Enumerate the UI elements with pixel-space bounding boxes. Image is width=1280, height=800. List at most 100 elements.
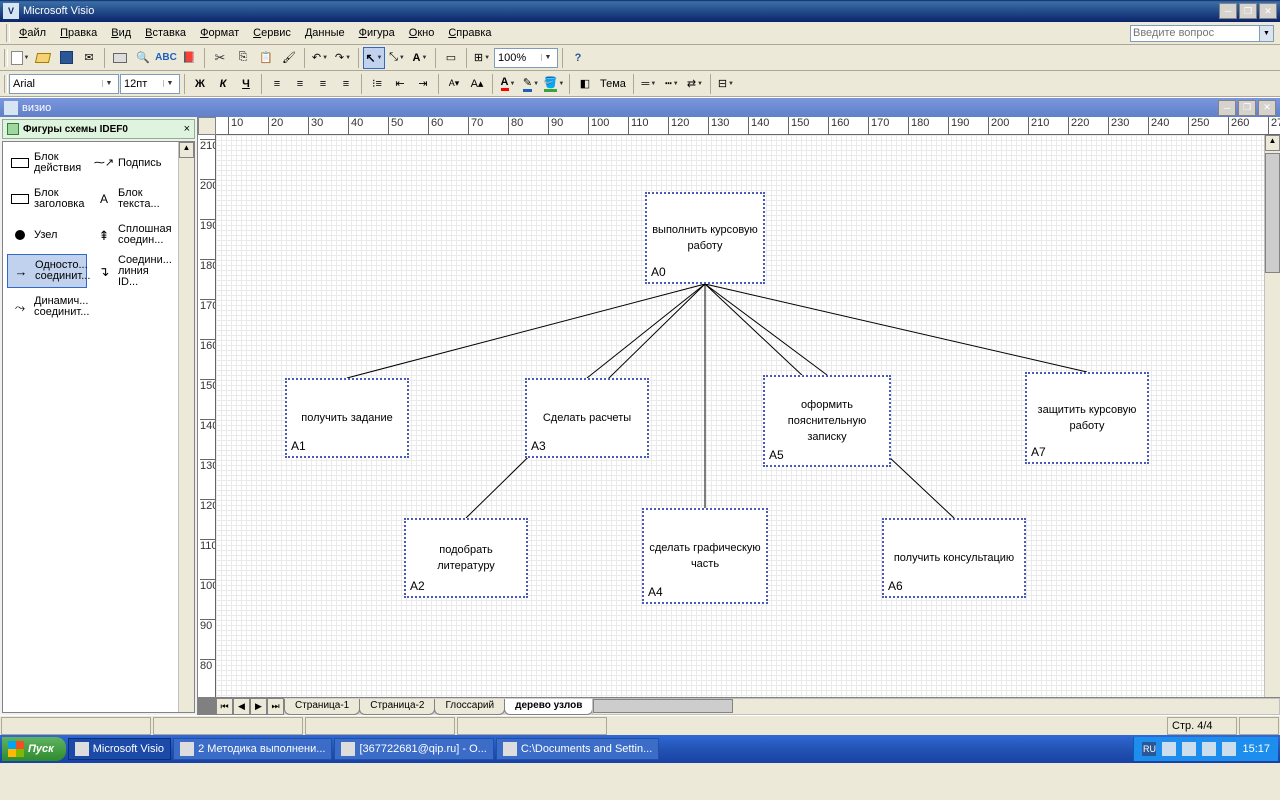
- font-size-combo[interactable]: 12пт▼: [120, 74, 180, 94]
- shape-stencil-item[interactable]: ⇞Сплошнаясоедин...: [91, 218, 171, 252]
- print-icon[interactable]: [109, 47, 131, 69]
- shape-stencil-item[interactable]: Узел: [7, 218, 87, 252]
- taskbar-task[interactable]: 2 Методика выполнени...: [173, 738, 332, 760]
- doc-restore-button[interactable]: ❐: [1238, 100, 1256, 116]
- menu-Данные[interactable]: Данные: [298, 24, 352, 42]
- decrease-indent-icon[interactable]: ⇤: [389, 73, 411, 95]
- increase-font-icon[interactable]: A▴: [466, 73, 488, 95]
- font-name-combo[interactable]: Arial▼: [9, 74, 119, 94]
- diagram-node-A7[interactable]: защитить курсовую работуA7: [1025, 372, 1149, 464]
- save-icon[interactable]: [55, 47, 77, 69]
- pointer-tool-icon[interactable]: ↖▼: [363, 47, 385, 69]
- shape-stencil-item[interactable]: ⤳Динамич...соединит...: [7, 290, 87, 324]
- page-nav-next[interactable]: ▶: [250, 698, 267, 715]
- research-icon[interactable]: 📕: [178, 47, 200, 69]
- page-tab[interactable]: Страница-2: [359, 699, 435, 715]
- copy-icon[interactable]: ⎘: [232, 47, 254, 69]
- page-tab[interactable]: Глоссарий: [434, 699, 505, 715]
- shape-stencil-item[interactable]: Блокзаголовка: [7, 182, 87, 216]
- diagram-node-A4[interactable]: сделать графическую частьA4: [642, 508, 768, 604]
- page-tab[interactable]: дерево узлов: [504, 699, 593, 715]
- horizontal-scrollbar[interactable]: [592, 698, 1280, 715]
- paste-icon[interactable]: 📋: [255, 47, 277, 69]
- shapes-panel-close-icon[interactable]: ×: [184, 123, 190, 135]
- align-right-icon[interactable]: ≡: [312, 73, 334, 95]
- diagram-node-A3[interactable]: Сделать расчетыA3: [525, 378, 649, 458]
- menu-Справка[interactable]: Справка: [441, 24, 498, 42]
- menu-Сервис[interactable]: Сервис: [246, 24, 298, 42]
- vertical-scrollbar[interactable]: ▲: [1264, 135, 1280, 697]
- tray-icon[interactable]: [1162, 742, 1176, 756]
- page-tab[interactable]: Страница-1: [284, 699, 360, 715]
- italic-icon[interactable]: К: [212, 73, 234, 95]
- tray-icon[interactable]: [1182, 742, 1196, 756]
- page-nav-first[interactable]: ⏮: [216, 698, 233, 715]
- redo-icon[interactable]: ↷▼: [332, 47, 354, 69]
- ask-dropdown-icon[interactable]: ▼: [1260, 25, 1274, 42]
- zoom-combo[interactable]: 100%▼: [494, 48, 558, 68]
- shapes-scrollbar[interactable]: ▲: [178, 142, 194, 712]
- diagram-node-A6[interactable]: получить консультациюA6: [882, 518, 1026, 598]
- menu-Вид[interactable]: Вид: [104, 24, 138, 42]
- menu-Фигура[interactable]: Фигура: [352, 24, 402, 42]
- line-pattern-icon[interactable]: ┅▼: [661, 73, 683, 95]
- minimize-button[interactable]: ─: [1219, 3, 1237, 19]
- menu-Формат[interactable]: Формат: [193, 24, 246, 42]
- taskbar-task[interactable]: [367722681@qip.ru] - О...: [334, 738, 493, 760]
- menu-Вставка[interactable]: Вставка: [138, 24, 193, 42]
- line-color-icon[interactable]: ✎▼: [520, 73, 542, 95]
- start-button[interactable]: Пуск: [2, 737, 66, 761]
- new-icon[interactable]: ▼: [9, 47, 31, 69]
- tray-clock[interactable]: 15:17: [1242, 743, 1270, 755]
- maximize-button[interactable]: ❐: [1239, 3, 1257, 19]
- taskbar-task[interactable]: C:\Documents and Settin...: [496, 738, 659, 760]
- shapes-panel-title[interactable]: Фигуры схемы IDEF0 ×: [2, 119, 195, 139]
- help-icon[interactable]: ?: [567, 47, 589, 69]
- tray-icon[interactable]: [1202, 742, 1216, 756]
- align-center-icon[interactable]: ≡: [289, 73, 311, 95]
- menu-Файл[interactable]: Файл: [12, 24, 53, 42]
- shape-stencil-item[interactable]: →Односто...соединит...: [7, 254, 87, 288]
- diagram-node-A0[interactable]: выполнить курсовую работуA0: [645, 192, 765, 284]
- undo-icon[interactable]: ↶▼: [309, 47, 331, 69]
- shape-stencil-item[interactable]: ↴Соедини...линия ID...: [91, 254, 171, 288]
- diagram-node-A5[interactable]: оформить пояснительную запискуA5: [763, 375, 891, 467]
- diagram-node-A1[interactable]: получить заданиеA1: [285, 378, 409, 458]
- page-nav-last[interactable]: ⏭: [267, 698, 284, 715]
- shape-stencil-item[interactable]: ⁓↗Подпись: [91, 146, 171, 180]
- bullets-icon[interactable]: ⁝≡: [366, 73, 388, 95]
- menu-Правка[interactable]: Правка: [53, 24, 104, 42]
- page-nav-prev[interactable]: ◀: [233, 698, 250, 715]
- drawing-canvas[interactable]: выполнить курсовую работуA0 получить зада…: [216, 135, 1264, 697]
- align-justify-icon[interactable]: ≡: [335, 73, 357, 95]
- doc-minimize-button[interactable]: ─: [1218, 100, 1236, 116]
- taskbar-task[interactable]: Microsoft Visio: [68, 738, 171, 760]
- increase-indent-icon[interactable]: ⇥: [412, 73, 434, 95]
- fill-color-icon[interactable]: 🪣▼: [543, 73, 565, 95]
- close-button[interactable]: ✕: [1259, 3, 1277, 19]
- format-painter-icon[interactable]: 🖌: [278, 47, 300, 69]
- ask-question-input[interactable]: [1130, 25, 1260, 42]
- doc-close-button[interactable]: ✕: [1258, 100, 1276, 116]
- tray-icon[interactable]: [1222, 742, 1236, 756]
- shapes-window-icon[interactable]: ⊞▼: [471, 47, 493, 69]
- line-ends-icon[interactable]: ⇄▼: [684, 73, 706, 95]
- align-shapes-icon[interactable]: ⊟▼: [715, 73, 737, 95]
- cut-icon[interactable]: ✂: [209, 47, 231, 69]
- line-weight-icon[interactable]: ═▼: [638, 73, 660, 95]
- shape-stencil-item[interactable]: AБлоктекста...: [91, 182, 171, 216]
- rectangle-tool-icon[interactable]: ▭: [440, 47, 462, 69]
- theme-icon[interactable]: ◧: [574, 73, 596, 95]
- underline-icon[interactable]: Ч: [235, 73, 257, 95]
- text-tool-icon[interactable]: A▼: [409, 47, 431, 69]
- diagram-node-A2[interactable]: подобрать литературуA2: [404, 518, 528, 598]
- font-color-icon[interactable]: A▼: [497, 73, 519, 95]
- open-icon[interactable]: [32, 47, 54, 69]
- mail-icon[interactable]: ✉: [78, 47, 100, 69]
- bold-icon[interactable]: Ж: [189, 73, 211, 95]
- shape-stencil-item[interactable]: Блокдействия: [7, 146, 87, 180]
- tray-lang-icon[interactable]: RU: [1142, 742, 1156, 756]
- print-preview-icon[interactable]: 🔍: [132, 47, 154, 69]
- align-left-icon[interactable]: ≡: [266, 73, 288, 95]
- spelling-icon[interactable]: ABC: [155, 47, 177, 69]
